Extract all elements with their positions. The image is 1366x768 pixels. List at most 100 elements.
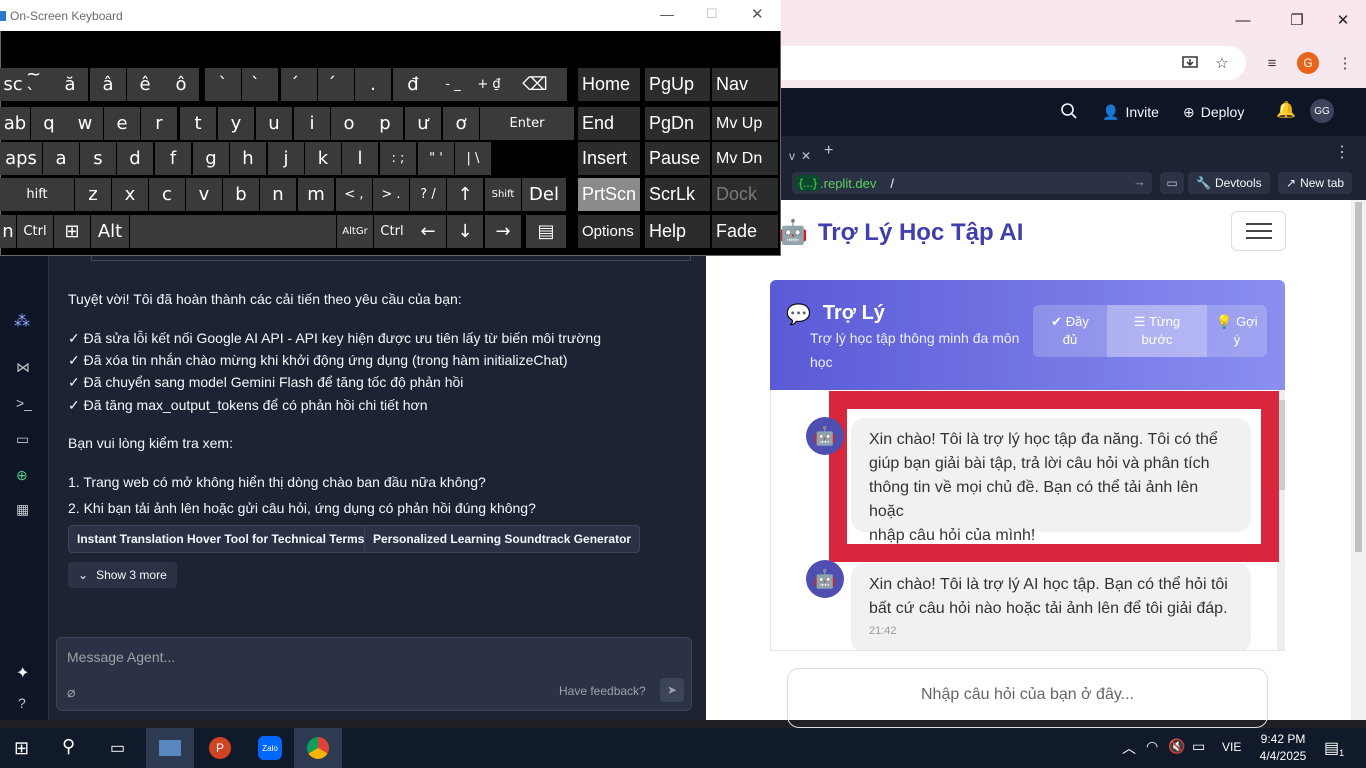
- osk-key[interactable]: `: [205, 68, 241, 101]
- chrome-menu-icon[interactable]: ⋮: [1331, 49, 1359, 77]
- osk-key[interactable]: ⌫: [503, 68, 567, 101]
- question-input[interactable]: Nhập câu hỏi của bạn ở đây...: [787, 668, 1268, 728]
- taskbar-app[interactable]: [146, 728, 194, 768]
- osk-key[interactable]: h: [230, 142, 266, 175]
- osk-key[interactable]: ư: [405, 107, 441, 140]
- osk-maximize-button[interactable]: ☐: [706, 6, 718, 22]
- osk-key[interactable]: p: [367, 107, 403, 140]
- osk-key[interactable]: e: [104, 107, 140, 140]
- task-view-icon[interactable]: ▭: [110, 738, 125, 758]
- osk-key[interactable]: ̀: [242, 68, 278, 101]
- feedback-link[interactable]: Have feedback?: [559, 684, 646, 698]
- osk-key[interactable]: ơ: [443, 107, 479, 140]
- osk-key[interactable]: aps: [0, 142, 42, 175]
- osk-key[interactable]: : ;: [380, 142, 416, 175]
- osk-nav-key[interactable]: Home: [578, 68, 640, 101]
- input-language[interactable]: VIE: [1222, 740, 1241, 754]
- osk-key[interactable]: đ: [393, 68, 433, 101]
- page-scrollbar[interactable]: [1351, 200, 1366, 720]
- taskbar-app[interactable]: [294, 728, 342, 768]
- search-icon[interactable]: [1060, 102, 1078, 125]
- osk-key[interactable]: .: [355, 68, 391, 101]
- osk-key[interactable]: j: [268, 142, 304, 175]
- bookmark-star-icon[interactable]: ☆: [1208, 49, 1236, 77]
- install-app-icon[interactable]: [1176, 49, 1204, 77]
- new-tab-button[interactable]: ↗ New tab: [1278, 172, 1353, 194]
- devtools-button[interactable]: 🔧 Devtools: [1188, 172, 1270, 194]
- osk-key[interactable]: hift: [0, 178, 74, 211]
- osk-nav-key[interactable]: ScrLk: [645, 178, 710, 211]
- notifications-bell-icon[interactable]: 🔔: [1276, 100, 1296, 120]
- osk-nav-key[interactable]: Mv Up: [712, 107, 778, 140]
- suggestion-chip[interactable]: Instant Translation Hover Tool for Techn…: [68, 525, 374, 553]
- preview-icon[interactable]: ▭: [16, 431, 29, 448]
- osk-nav-key[interactable]: Mv Dn: [712, 142, 778, 175]
- battery-icon[interactable]: ▭: [1192, 738, 1205, 755]
- osk-nav-key[interactable]: PgDn: [645, 107, 710, 140]
- osk-nav-key[interactable]: Help: [645, 215, 710, 248]
- send-icon[interactable]: ➤: [660, 678, 684, 702]
- osk-nav-key[interactable]: Dock: [712, 178, 778, 211]
- profile-avatar[interactable]: G: [1297, 52, 1319, 74]
- windows-start-icon[interactable]: ⊞: [14, 738, 29, 759]
- osk-key[interactable]: ~ `: [26, 64, 52, 106]
- osk-key[interactable]: [130, 215, 336, 248]
- osk-key[interactable]: " ': [418, 142, 454, 175]
- osk-key[interactable]: Shift: [485, 178, 521, 211]
- minimize-button[interactable]: —: [1220, 0, 1266, 40]
- attach-icon[interactable]: ⌀: [67, 684, 75, 701]
- webview-url-bar[interactable]: {...} .replit.dev / →: [792, 172, 1152, 194]
- osk-key[interactable]: q: [31, 107, 67, 140]
- osk-key[interactable]: l: [342, 142, 378, 175]
- osk-key[interactable]: ́: [318, 68, 354, 101]
- agent-message-box[interactable]: Message Agent... ⌀ Have feedback? ➤: [56, 637, 692, 711]
- osk-key[interactable]: k: [305, 142, 341, 175]
- osk-key[interactable]: AltGr: [337, 215, 373, 248]
- osk-key[interactable]: Ctrl: [17, 215, 53, 248]
- osk-key[interactable]: sc: [0, 68, 26, 101]
- taskbar-app[interactable]: P: [196, 728, 244, 768]
- osk-key[interactable]: Del: [522, 178, 566, 211]
- mode-hint-button[interactable]: 💡 Gợi ý: [1207, 305, 1267, 357]
- go-arrow-icon[interactable]: →: [1133, 174, 1146, 189]
- search-icon[interactable]: ⚲: [62, 736, 75, 757]
- help-icon[interactable]: ?: [18, 695, 26, 711]
- tab-close-icon[interactable]: ✕: [801, 149, 811, 163]
- osk-key[interactable]: r: [141, 107, 177, 140]
- osk-key[interactable]: ⊞: [54, 215, 90, 248]
- osk-key[interactable]: ô: [163, 68, 199, 101]
- git-icon[interactable]: ⋈: [16, 359, 30, 376]
- osk-key[interactable]: ↓: [447, 215, 483, 248]
- osk-key[interactable]: i: [294, 107, 330, 140]
- maximize-button[interactable]: ❐: [1274, 0, 1320, 40]
- device-icon[interactable]: ▭: [1160, 172, 1184, 194]
- osk-key[interactable]: n: [260, 178, 296, 211]
- osk-close-button[interactable]: ✕: [751, 5, 764, 23]
- osk-key[interactable]: ́: [281, 68, 317, 101]
- more-options-icon[interactable]: ⋮: [1334, 142, 1350, 162]
- osk-key[interactable]: ←: [410, 215, 446, 248]
- osk-key[interactable]: ab: [0, 107, 30, 140]
- chevron-up-icon[interactable]: ︿: [1122, 738, 1136, 758]
- osk-key[interactable]: n: [0, 215, 16, 248]
- osk-minimize-button[interactable]: —: [660, 6, 674, 22]
- osk-nav-key[interactable]: PrtScn: [578, 178, 640, 211]
- osk-key[interactable]: g: [193, 142, 229, 175]
- osk-key[interactable]: ê: [127, 68, 163, 101]
- show-more-button[interactable]: ⌄ Show 3 more: [68, 562, 177, 588]
- osk-key[interactable]: u: [256, 107, 292, 140]
- mode-full-button[interactable]: ✔ Đầy đủ: [1033, 305, 1107, 357]
- close-button[interactable]: ✕: [1320, 0, 1366, 40]
- webview-tab[interactable]: v ✕: [780, 142, 820, 170]
- deploy-button[interactable]: ⊕ Deploy: [1175, 98, 1252, 126]
- osk-nav-key[interactable]: Pause: [645, 142, 710, 175]
- osk-key[interactable]: b: [223, 178, 259, 211]
- address-bar[interactable]: ☆: [780, 46, 1246, 80]
- shell-icon[interactable]: >_: [16, 395, 32, 411]
- osk-key[interactable]: Ctrl: [374, 215, 410, 248]
- osk-key[interactable]: ▤: [526, 215, 566, 248]
- deployments-icon[interactable]: ⊕: [16, 467, 28, 484]
- osk-key[interactable]: - _: [433, 68, 473, 101]
- wifi-icon[interactable]: ◠: [1146, 738, 1158, 755]
- osk-key[interactable]: â: [90, 68, 126, 101]
